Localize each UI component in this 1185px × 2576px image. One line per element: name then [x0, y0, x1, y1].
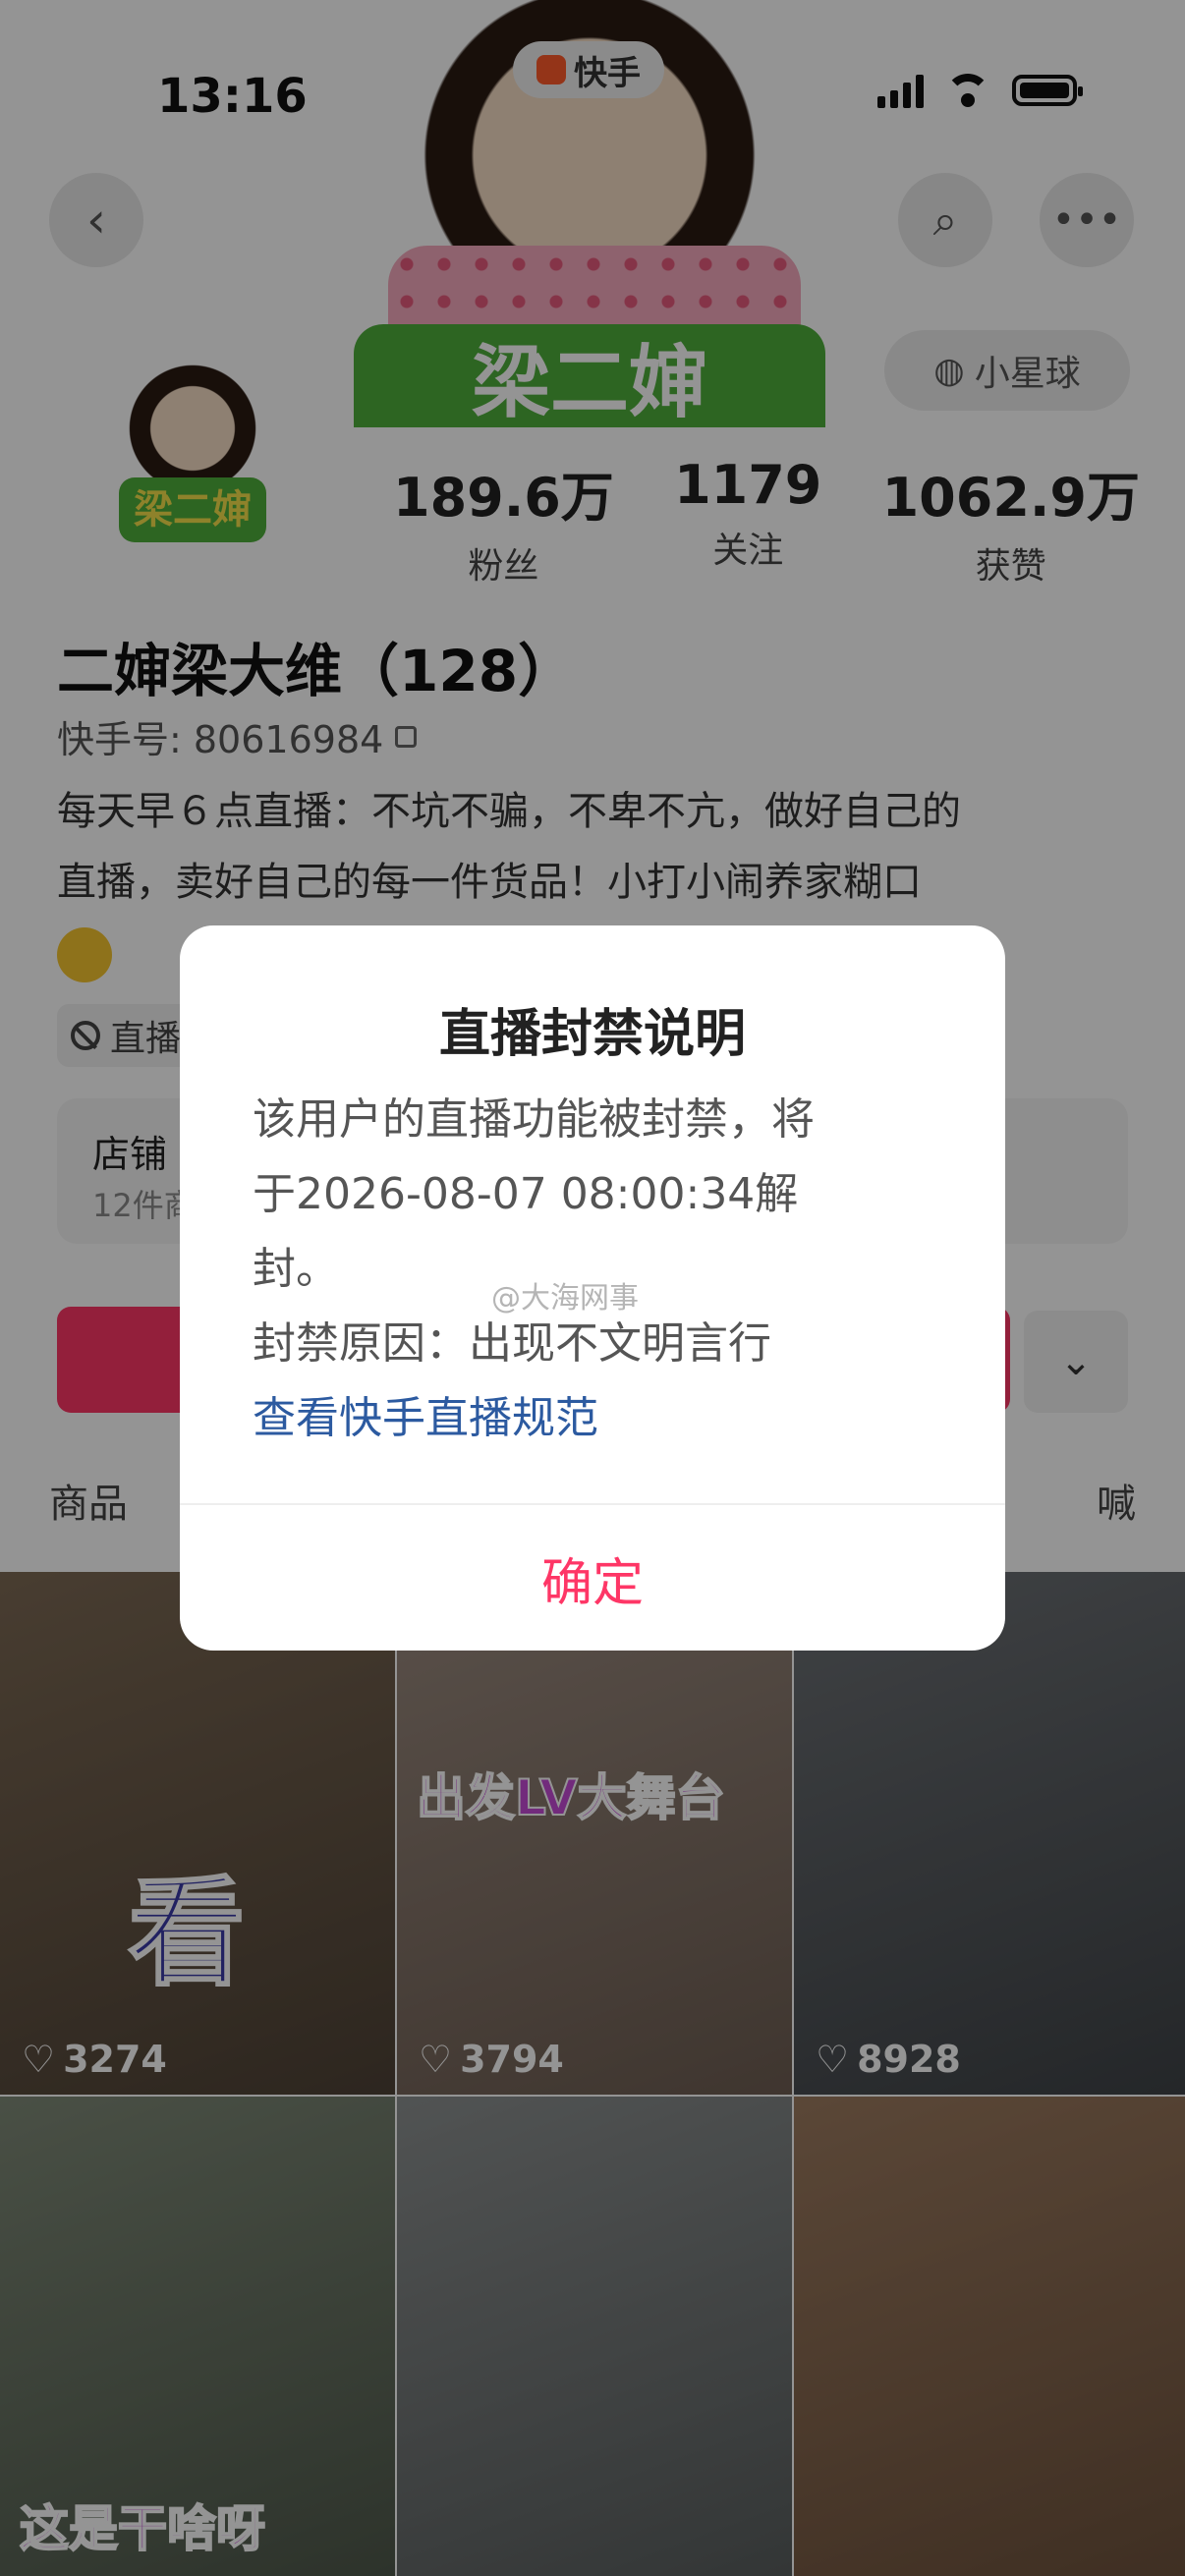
live-rules-link[interactable]: 查看快手直播规范 — [253, 1381, 931, 1456]
profile-page: 梁二婶 13:16 快手 ‹ ⌕ ••• ◍ 小星球 梁二婶 189.6万 粉丝… — [0, 0, 1185, 2576]
ban-reason: 封禁原因：出现不文明言行 — [253, 1318, 771, 1369]
dialog-body: 该用户的直播功能被封禁，将 于2026-08-07 08:00:34解 封。 封… — [253, 1083, 931, 1456]
dialog-text-line: 于2026-08-07 08:00:34解 — [253, 1169, 799, 1219]
watermark: @大海网事 — [491, 1281, 639, 1316]
confirm-button[interactable]: 确定 — [180, 1505, 1005, 1651]
dialog-title: 直播封禁说明 — [438, 1005, 746, 1064]
dialog-text-line: 该用户的直播功能被封禁，将 — [253, 1094, 815, 1145]
